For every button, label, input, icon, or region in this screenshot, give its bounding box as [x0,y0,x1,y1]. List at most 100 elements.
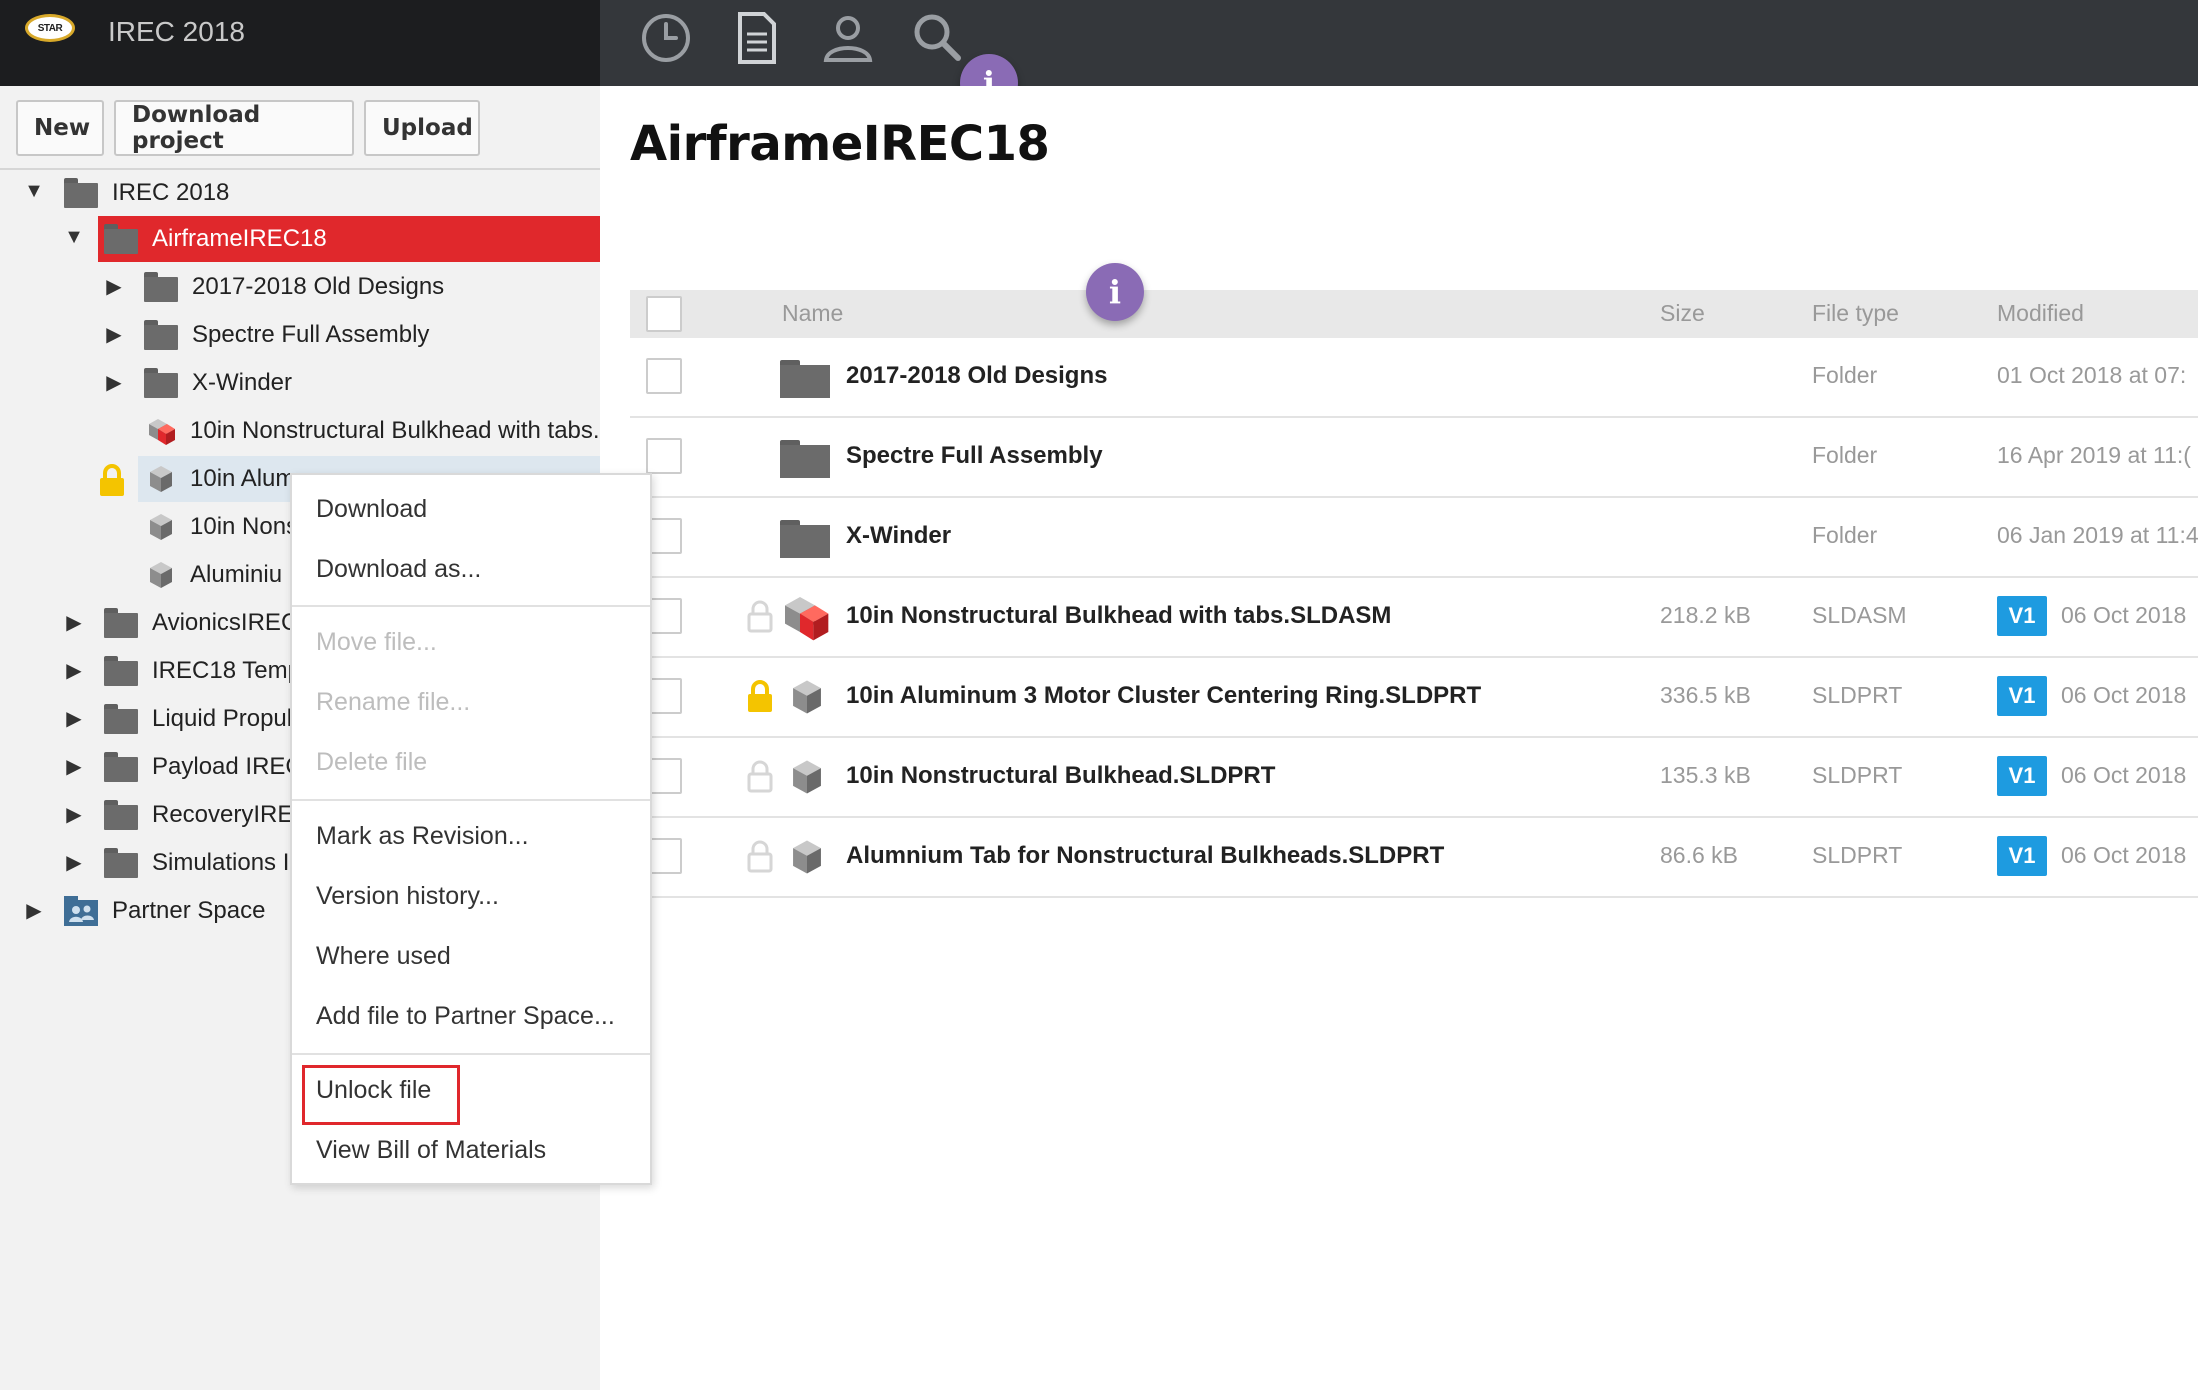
row-name[interactable]: Alumnium Tab for Nonstructural Bulkheads… [846,842,1444,870]
tree-item-label: Partner Space [112,897,266,924]
collapse-triangle-icon[interactable]: ▶ [102,322,126,347]
tree-item-partner-space[interactable]: Partner Space [64,888,265,934]
row-modified: 06 Oct 2018 [2061,842,2187,868]
column-name[interactable]: Name [782,300,843,327]
tree-item-x-winder[interactable]: X-Winder [144,360,292,406]
row-type: Folder [1812,522,1878,548]
menu-item-where-used[interactable]: Where used [316,942,451,971]
folder-icon [104,800,138,830]
menu-item-rename-file: Rename file... [316,688,471,716]
menu-item-view-bom[interactable]: View Bill of Materials [316,1136,546,1165]
tree-item-label: Aluminiu [190,561,283,588]
table-row[interactable]: 10in Nonstructural Bulkhead with tabs.SL… [630,578,2198,658]
part-icon [788,838,826,881]
unlocked-icon[interactable] [746,600,774,634]
folder-icon [780,520,830,563]
folder-icon [104,704,138,734]
tree-item-liquid-propulsion[interactable]: Liquid Propul [104,696,292,742]
row-modified: 16 Apr 2019 at 11:( [1997,442,2191,468]
collapse-triangle-icon[interactable]: ▶ [62,658,86,683]
collapse-triangle-icon[interactable]: ▶ [62,610,86,635]
row-type: SLDPRT [1812,842,1903,868]
tree-item-bulkhead-tabs[interactable]: 10in Nonstructural Bulkhead with tabs. [146,408,600,454]
unlocked-icon[interactable] [746,840,774,874]
tree-item-avionics[interactable]: AvionicsIREC [104,600,298,646]
version-badge[interactable]: V1 [1997,836,2047,876]
part-icon [146,560,176,590]
table-row[interactable]: Alumnium Tab for Nonstructural Bulkheads… [630,818,2198,898]
menu-item-version-history[interactable]: Version history... [316,882,499,911]
row-checkbox[interactable] [646,438,682,474]
user-icon[interactable] [820,10,876,66]
row-size: 218.2 kB [1660,602,1751,628]
tree-item-airframe[interactable]: AirframeIREC18 [104,216,327,262]
tree-item-old-designs[interactable]: 2017-2018 Old Designs [144,264,444,310]
menu-item-download-as[interactable]: Download as... [316,555,481,584]
table-row[interactable]: 10in Aluminum 3 Motor Cluster Centering … [630,658,2198,738]
row-size: 135.3 kB [1660,762,1751,788]
table-row[interactable]: 2017-2018 Old Designs Folder 01 Oct 2018… [630,338,2198,418]
menu-item-mark-revision[interactable]: Mark as Revision... [316,822,529,851]
tree-item-label: IREC 2018 [112,179,230,206]
collapse-triangle-icon[interactable]: ▶ [22,898,46,923]
version-badge[interactable]: V1 [1997,756,2047,796]
collapse-triangle-icon[interactable]: ▶ [102,370,126,395]
info-icon[interactable]: i [1086,263,1144,321]
search-icon[interactable] [910,10,966,66]
row-name[interactable]: Spectre Full Assembly [846,442,1103,470]
collapse-triangle-icon[interactable]: ▶ [62,802,86,827]
collapse-triangle-icon[interactable]: ▶ [62,706,86,731]
row-modified: 01 Oct 2018 at 07: [1997,362,2187,388]
collapse-triangle-icon[interactable]: ▶ [62,754,86,779]
row-name[interactable]: X-Winder [846,522,951,550]
row-name[interactable]: 10in Nonstructural Bulkhead with tabs.SL… [846,602,1391,630]
tree-item-label: Simulations I [152,849,290,876]
upload-button[interactable]: Upload [364,100,480,156]
select-all-checkbox[interactable] [646,296,682,332]
row-name[interactable]: 10in Nonstructural Bulkhead.SLDPRT [846,762,1275,790]
version-badge[interactable]: V1 [1997,596,2047,636]
app-logo[interactable]: STAR [25,14,75,42]
folder-icon [780,360,830,403]
table-row[interactable]: 10in Nonstructural Bulkhead.SLDPRT 135.3… [630,738,2198,818]
clock-icon[interactable] [638,10,694,66]
tree-item-payload[interactable]: Payload IREC [104,744,303,790]
unlocked-icon[interactable] [746,760,774,794]
download-project-button[interactable]: Download project [114,100,354,156]
lock-icon[interactable] [746,680,774,714]
tree-item-bulkhead[interactable]: 10in Nons [146,504,298,550]
version-badge[interactable]: V1 [1997,676,2047,716]
row-name[interactable]: 2017-2018 Old Designs [846,362,1107,390]
tree-item-templates[interactable]: IREC18 Temp [104,648,301,694]
tree-item-recovery[interactable]: RecoveryIRE [104,792,293,838]
column-file-type[interactable]: File type [1812,300,1899,327]
menu-item-add-partner-space[interactable]: Add file to Partner Space... [316,1002,615,1031]
row-type: SLDPRT [1812,762,1903,788]
expand-triangle-icon[interactable]: ▼ [62,226,86,249]
tree-item-simulations[interactable]: Simulations I [104,840,289,886]
tree-item-spectre[interactable]: Spectre Full Assembly [144,312,429,358]
row-name[interactable]: 10in Aluminum 3 Motor Cluster Centering … [846,682,1481,710]
tree-item-aluminium-tab[interactable]: Aluminiu [146,552,282,598]
new-button[interactable]: New [16,100,104,156]
table-header: Name Size File type Modified [630,290,2198,338]
assembly-icon [780,592,830,647]
table-row[interactable]: X-Winder Folder 06 Jan 2019 at 11:4 [630,498,2198,578]
column-size[interactable]: Size [1660,300,1705,327]
table-row[interactable]: Spectre Full Assembly Folder 16 Apr 2019… [630,418,2198,498]
menu-item-download[interactable]: Download [316,495,427,524]
row-type: SLDPRT [1812,682,1903,708]
menu-item-unlock-file[interactable]: Unlock file [316,1076,431,1105]
expand-triangle-icon[interactable]: ▼ [22,180,46,203]
column-modified[interactable]: Modified [1997,300,2084,327]
row-modified: 06 Oct 2018 [2061,762,2187,788]
menu-separator [292,605,650,607]
row-checkbox[interactable] [646,358,682,394]
tree-item-irec2018[interactable]: IREC 2018 [64,170,229,216]
tree-item-aluminum-ring[interactable]: 10in Alum [146,456,295,502]
collapse-triangle-icon[interactable]: ▶ [102,274,126,299]
document-icon[interactable] [728,10,784,66]
menu-item-delete-file: Delete file [316,748,428,776]
tree-item-label: 10in Nons [190,513,299,540]
collapse-triangle-icon[interactable]: ▶ [62,850,86,875]
